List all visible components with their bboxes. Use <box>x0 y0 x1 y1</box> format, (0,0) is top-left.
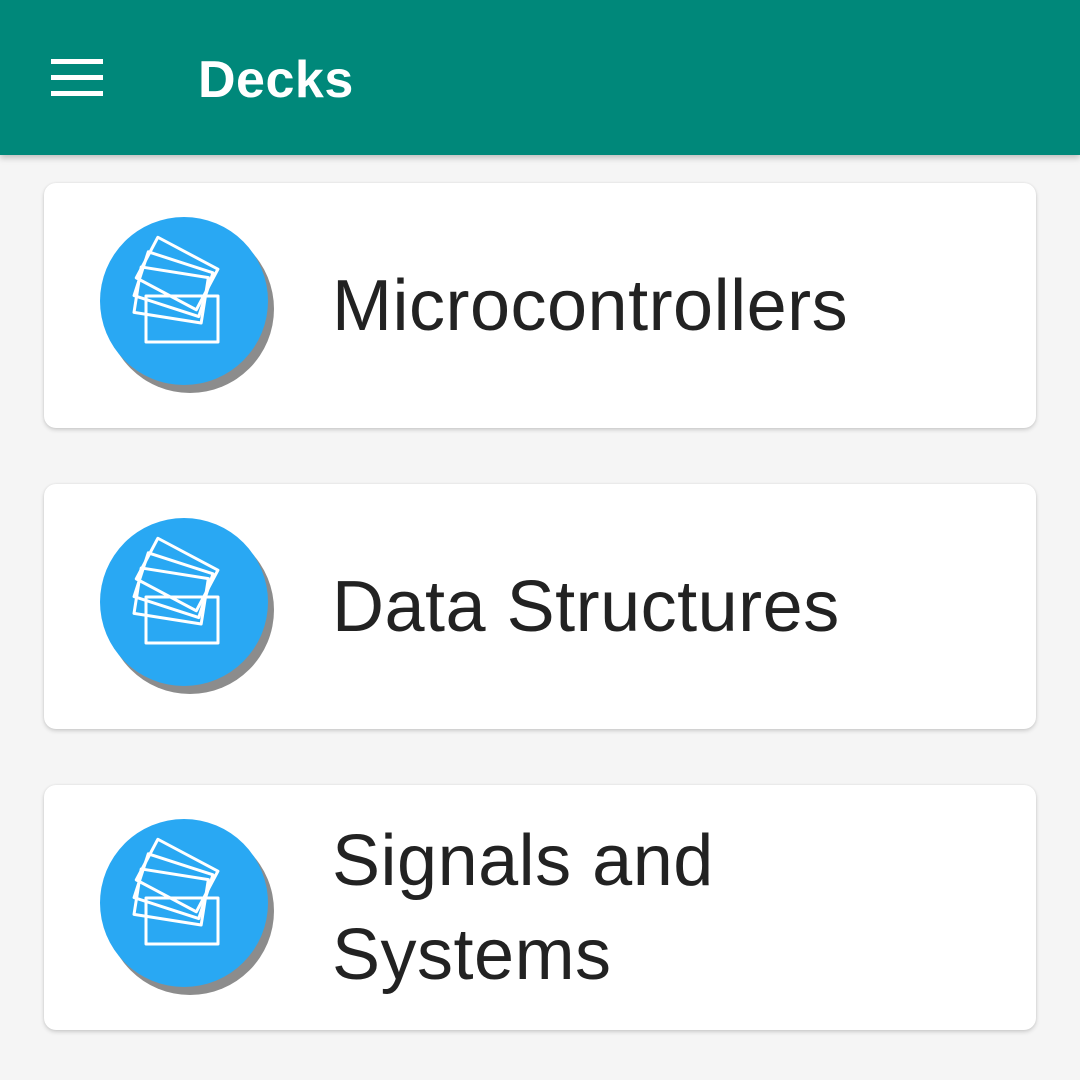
deck-name: Signals and Systems <box>332 820 714 995</box>
deck-card-data-structures[interactable]: Data Structures <box>44 484 1036 729</box>
app-bar: Decks <box>0 0 1080 155</box>
deck-card-signals-and-systems[interactable]: Signals and Systems <box>44 785 1036 1030</box>
page-title: Decks <box>198 51 354 109</box>
cards-deck-icon <box>100 518 276 694</box>
cards-deck-icon <box>100 217 276 393</box>
deck-name: Data Structures <box>332 566 840 647</box>
deck-card-microcontrollers[interactable]: Microcontrollers <box>44 183 1036 428</box>
hamburger-menu-icon[interactable] <box>40 50 116 106</box>
cards-deck-icon <box>100 819 276 995</box>
deck-name: Microcontrollers <box>332 265 849 346</box>
